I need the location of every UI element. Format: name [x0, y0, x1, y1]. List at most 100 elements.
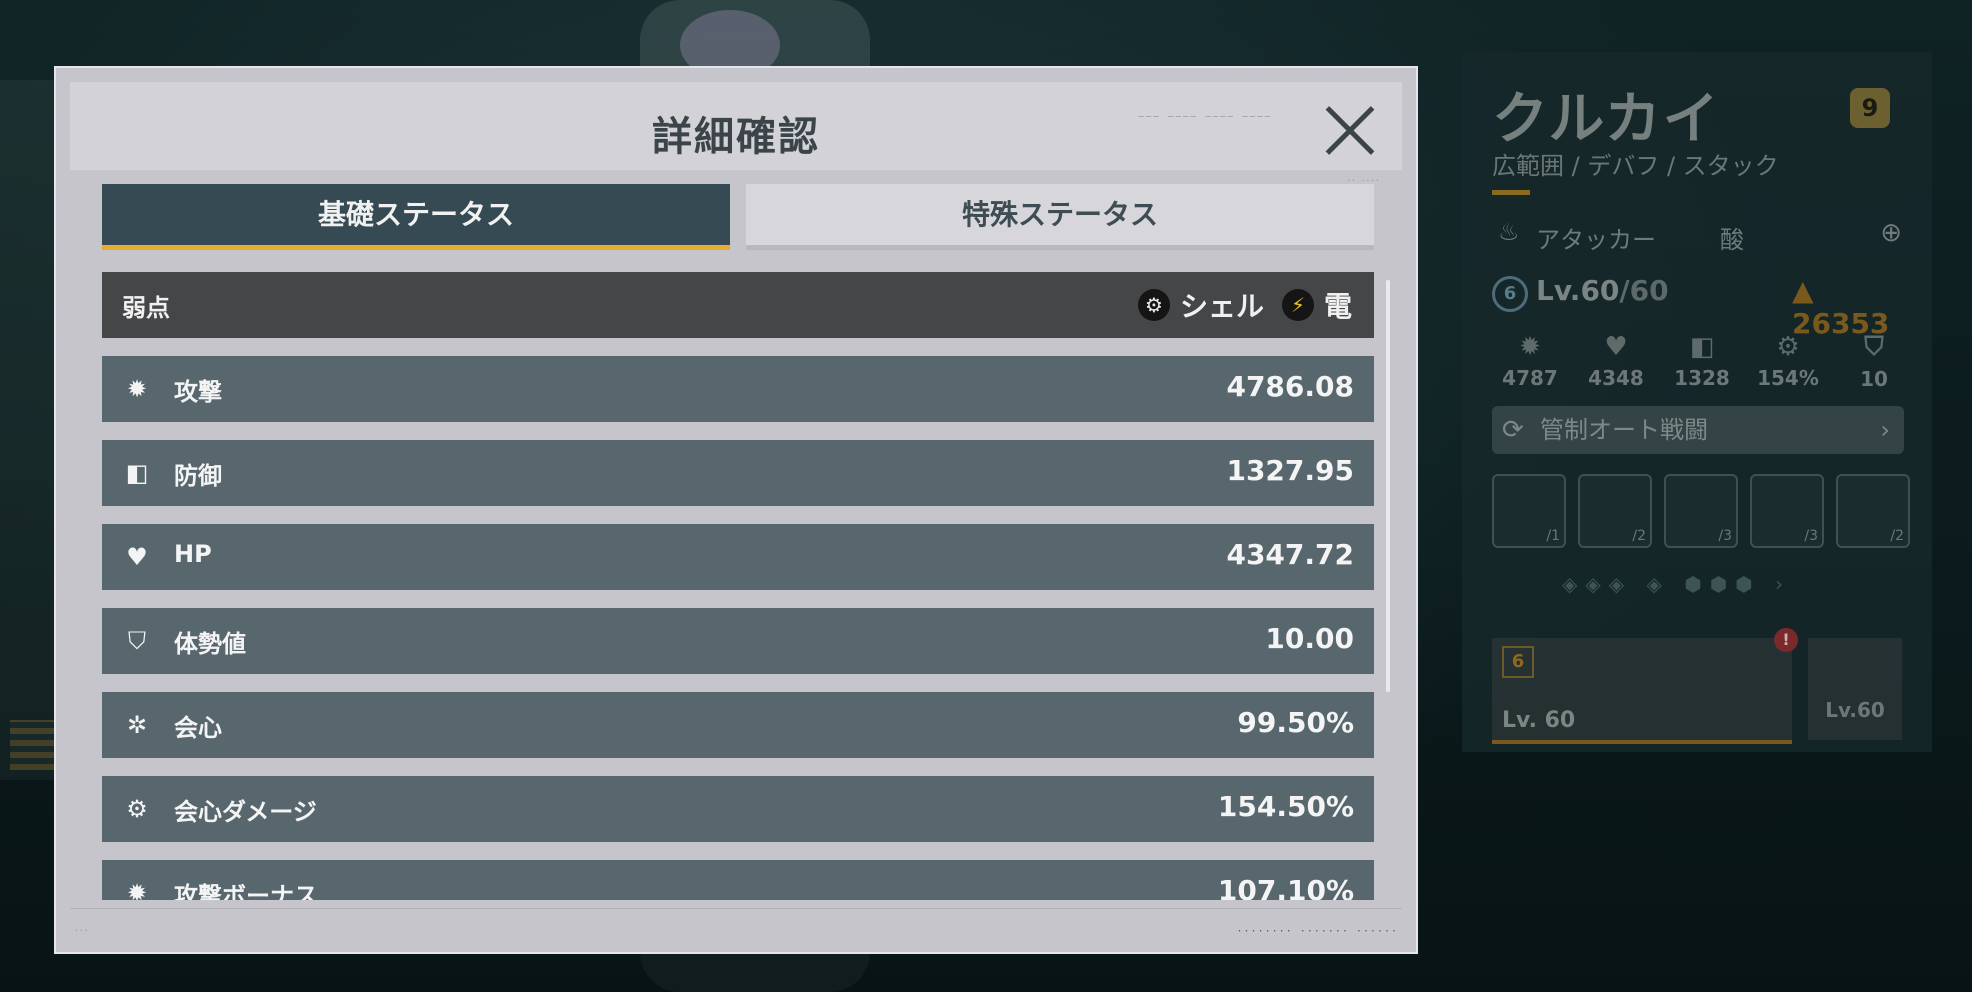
weakness-label: 弱点: [122, 294, 170, 322]
core-slot[interactable]: Lv.60: [1808, 638, 1902, 740]
character-tags: 広範囲 / デバフ / スタック: [1492, 152, 1779, 180]
summary-stat-value: 1328: [1674, 366, 1730, 390]
power-icon: ▲: [1792, 274, 1814, 307]
stat-name: 体勢値: [174, 630, 246, 658]
skill-slot[interactable]: /3: [1750, 474, 1824, 548]
close-button[interactable]: [1324, 104, 1376, 156]
crit-rate-icon: ✲: [126, 711, 148, 739]
defense-shield-icon: ◧: [125, 459, 149, 487]
stat-row-stance: ⛉ 体勢値 10.00: [102, 608, 1374, 674]
core-level: Lv.60: [1825, 698, 1885, 722]
skill-count: /2: [1632, 528, 1646, 544]
stat-name: 攻撃: [174, 378, 222, 406]
heart-icon: ♥: [126, 543, 148, 571]
stat-name: 会心ダメージ: [174, 798, 317, 826]
stat-row-crit-rate: ✲ 会心 99.50%: [102, 692, 1374, 758]
summary-stat-hp: ♥ 4348: [1578, 332, 1654, 391]
auto-battle-button[interactable]: ⟳ 管制オート戦闘 ›: [1492, 406, 1904, 454]
auto-battle-label: 管制オート戦闘: [1540, 416, 1708, 444]
weakness-row: 弱点 ⚙ シェル ⚡ 電: [102, 272, 1374, 338]
gear-icon: ⚙: [1776, 332, 1800, 362]
summary-stat-crit-damage: ⚙ 154%: [1750, 332, 1826, 391]
stat-value: 1327.95: [1226, 454, 1354, 487]
summary-stat-value: 154%: [1757, 366, 1819, 390]
weakness-types: ⚙ シェル ⚡ 電: [1137, 285, 1352, 325]
left-background-decor: [0, 80, 55, 780]
stat-row-attack: ✹ 攻撃 4786.08: [102, 356, 1374, 422]
stat-name: 会心: [174, 714, 222, 742]
attacker-role-icon: ♨: [1498, 218, 1520, 246]
summary-stats: ✹ 4787 ♥ 4348 ◧ 1328 ⚙ 154% ⛉ 10: [1492, 332, 1912, 391]
stat-value: 10.00: [1265, 622, 1354, 655]
attack-icon: ✹: [1519, 332, 1541, 362]
attack-bonus-icon: ✹: [126, 879, 148, 900]
chevron-right-icon: ›: [1880, 416, 1890, 444]
heart-icon: ♥: [1604, 332, 1628, 362]
tab-special-stats[interactable]: 特殊ステータス: [746, 184, 1374, 250]
weakness-type-label: シェル: [1179, 290, 1264, 323]
skill-count: /2: [1890, 528, 1904, 544]
element-label: 酸: [1720, 226, 1744, 254]
skill-list: /1 /2 /3 /3 /2: [1492, 474, 1912, 548]
neural-progress-icons: ◈◈◈ ◈ ⬢⬢⬢ ›: [1562, 572, 1791, 596]
skill-slot[interactable]: /3: [1664, 474, 1738, 548]
summary-stat-value: 10: [1860, 367, 1888, 391]
footer-decor-code: ········ ······· ······: [1236, 926, 1398, 937]
stat-name: HP: [174, 540, 212, 568]
summary-stat-attack: ✹ 4787: [1492, 332, 1568, 391]
weapon-level: Lv. 60: [1502, 708, 1576, 733]
character-name: クルカイ: [1492, 87, 1721, 152]
footer-decor-left: ···: [74, 926, 89, 935]
stat-value: 4786.08: [1226, 370, 1354, 403]
skill-slot[interactable]: /2: [1578, 474, 1652, 548]
level-text: Lv.60/60: [1536, 274, 1669, 307]
summary-stat-defense: ◧ 1328: [1664, 332, 1740, 391]
summary-stat-value: 4348: [1588, 366, 1644, 390]
tag-underline: [1492, 190, 1530, 195]
stat-value: 107.10%: [1217, 874, 1354, 900]
stat-row-attack-bonus: ✹ 攻撃ボーナス 107.10%: [102, 860, 1374, 900]
tab-basic-stats[interactable]: 基礎ステータス: [102, 184, 730, 250]
weakness-type-label: 電: [1323, 290, 1352, 323]
footer-divider: [70, 908, 1402, 909]
level-value: Lv.60: [1536, 274, 1620, 307]
level-circle: 6: [1492, 276, 1528, 312]
alert-icon: !: [1774, 628, 1798, 652]
auto-battle-icon: ⟳: [1502, 415, 1524, 445]
stat-row-defense: ◧ 防御 1327.95: [102, 440, 1374, 506]
stat-name: 攻撃ボーナス: [174, 882, 318, 900]
stance-shield-icon: ⛉: [128, 627, 146, 655]
modal-header: 詳細確認 ——— ———— ———— ————: [70, 82, 1402, 170]
weapon-rank: 6: [1502, 646, 1534, 678]
character-panel: クルカイ 9 広範囲 / デバフ / スタック ♨ アタッカー 酸 ⊕ 6 Lv…: [1462, 52, 1932, 752]
attack-icon: ✹: [126, 375, 148, 403]
stat-value: 99.50%: [1237, 706, 1354, 739]
stat-name: 防御: [174, 462, 222, 490]
stat-value: 4347.72: [1226, 538, 1354, 571]
stat-row-crit-damage: ⚙ 会心ダメージ 154.50%: [102, 776, 1374, 842]
stat-list: 弱点 ⚙ シェル ⚡ 電 ✹ 攻撃 4786.08 ◧ 防御 1327.95 ♥…: [102, 272, 1374, 900]
rank-badge: 9: [1850, 88, 1890, 128]
shell-element-icon: ⚙: [1137, 289, 1170, 321]
summary-stat-stance: ⛉ 10: [1836, 332, 1912, 391]
stat-list-scrollbar[interactable]: [1386, 280, 1390, 692]
detail-modal: 詳細確認 ——— ———— ———— ———— ·· ···· 基礎ステータス …: [54, 66, 1418, 954]
skill-count: /3: [1804, 528, 1818, 544]
stat-row-hp: ♥ HP 4347.72: [102, 524, 1374, 590]
stance-icon: ⛉: [1864, 332, 1884, 362]
skill-slot[interactable]: /1: [1492, 474, 1566, 548]
summary-stat-value: 4787: [1502, 366, 1558, 390]
electric-element-icon: ⚡: [1281, 289, 1314, 321]
weapon-slot[interactable]: 6 ! Lv. 60: [1492, 628, 1798, 744]
skill-slot[interactable]: /2: [1836, 474, 1910, 548]
zoom-icon[interactable]: ⊕: [1880, 218, 1902, 248]
level-max: /60: [1619, 274, 1669, 307]
skill-count: /3: [1718, 528, 1732, 544]
stat-value: 154.50%: [1217, 790, 1354, 823]
combat-power: ▲ 26353: [1792, 274, 1902, 340]
hazard-stripe-decor: [10, 720, 55, 770]
header-decor: ——— ———— ———— ————: [1138, 112, 1272, 122]
skill-count: /1: [1546, 528, 1560, 544]
gear-icon: ⚙: [126, 795, 148, 823]
role-label: アタッカー: [1536, 226, 1656, 254]
